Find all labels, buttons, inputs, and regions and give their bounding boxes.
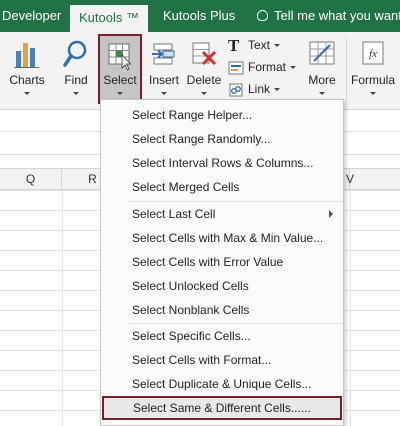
link-icon <box>228 82 244 98</box>
magnifier-icon <box>62 39 90 72</box>
text-button[interactable]: T Text <box>228 34 281 56</box>
chevron-down-icon <box>161 92 167 95</box>
menu-item-select-range-helper[interactable]: Select Range Helper... <box>101 103 343 127</box>
find-button[interactable]: Find <box>56 34 96 104</box>
more-grid-icon <box>308 39 336 72</box>
chevron-right-icon <box>329 210 333 218</box>
insert-icon <box>150 39 178 72</box>
select-button[interactable]: Select <box>98 34 142 104</box>
text-label: Text <box>248 38 271 52</box>
group-divider <box>346 38 347 102</box>
menu-item-select-interval-rows-columns[interactable]: Select Interval Rows & Columns... <box>101 151 343 175</box>
fx-icon: fx <box>359 39 387 72</box>
tell-me-label: Tell me what you want t <box>274 8 400 23</box>
tab-kutools[interactable]: Kutools ™ <box>70 5 148 32</box>
menu-item-select-unlocked-cells[interactable]: Select Unlocked Cells <box>101 274 343 298</box>
link-button[interactable]: Link <box>228 78 281 100</box>
menu-item-label: Select Last Cell <box>132 207 216 221</box>
format-label: Format <box>248 60 287 74</box>
menu-item-select-last-cell[interactable]: Select Last Cell <box>101 202 343 226</box>
chevron-down-icon <box>201 92 207 95</box>
bar-chart-icon <box>13 39 41 72</box>
chevron-down-icon <box>274 44 281 48</box>
menu-item-select-range-randomly[interactable]: Select Range Randomly... <box>101 127 343 151</box>
charts-button[interactable]: Charts <box>4 34 50 104</box>
menu-item-select-specific-cells[interactable]: Select Specific Cells... <box>101 324 343 348</box>
chevron-down-icon <box>117 92 123 95</box>
menu-item-select-error-value[interactable]: Select Cells with Error Value <box>101 250 343 274</box>
delete-label: Delete <box>186 73 222 87</box>
tell-me-search[interactable]: Tell me what you want t <box>257 0 400 32</box>
ribbon-tab-bar: Developer Kutools ™ Kutools Plus Tell me… <box>0 0 400 32</box>
chevron-down-icon <box>274 88 281 92</box>
formula-label: Formula <box>350 73 395 87</box>
tab-kutools-plus[interactable]: Kutools Plus <box>163 0 235 32</box>
menu-item-select-duplicate-unique[interactable]: Select Duplicate & Unique Cells... <box>101 372 343 396</box>
menu-item-select-same-different[interactable]: Select Same & Different Cells...... <box>102 396 342 420</box>
format-button[interactable]: Format <box>228 56 297 78</box>
chevron-down-icon <box>24 92 30 95</box>
select-label: Select <box>103 73 137 87</box>
menu-item-select-max-min-value[interactable]: Select Cells with Max & Min Value... <box>101 226 343 250</box>
svg-text:fx: fx <box>369 48 377 60</box>
tab-developer[interactable]: Developer <box>2 0 61 32</box>
chevron-down-icon <box>370 92 376 95</box>
menu-item-select-cells-with-format[interactable]: Select Cells with Format... <box>101 348 343 372</box>
select-cells-icon <box>106 41 134 74</box>
format-icon <box>228 60 244 76</box>
link-label: Link <box>248 82 271 96</box>
formula-button[interactable]: fx Formula <box>348 34 398 104</box>
insert-label: Insert <box>148 73 179 87</box>
menu-item-select-nonblank-cells[interactable]: Select Nonblank Cells <box>101 298 343 322</box>
chevron-down-icon <box>319 92 325 95</box>
chevron-down-icon <box>73 92 79 95</box>
more-button[interactable]: More <box>302 34 342 104</box>
text-t-icon: T <box>228 35 240 55</box>
chevron-down-icon <box>290 66 297 70</box>
find-label: Find <box>64 73 88 87</box>
insert-button[interactable]: Insert <box>144 34 184 104</box>
lightbulb-icon <box>257 10 268 21</box>
more-label: More <box>308 73 336 87</box>
charts-label: Charts <box>9 73 45 87</box>
select-dropdown-menu: Select Range Helper... Select Range Rand… <box>100 99 344 426</box>
column-header-q[interactable]: Q <box>0 169 62 190</box>
menu-item-select-merged-cells[interactable]: Select Merged Cells <box>101 175 343 199</box>
delete-button[interactable]: Delete <box>184 34 224 104</box>
delete-icon <box>190 39 218 72</box>
